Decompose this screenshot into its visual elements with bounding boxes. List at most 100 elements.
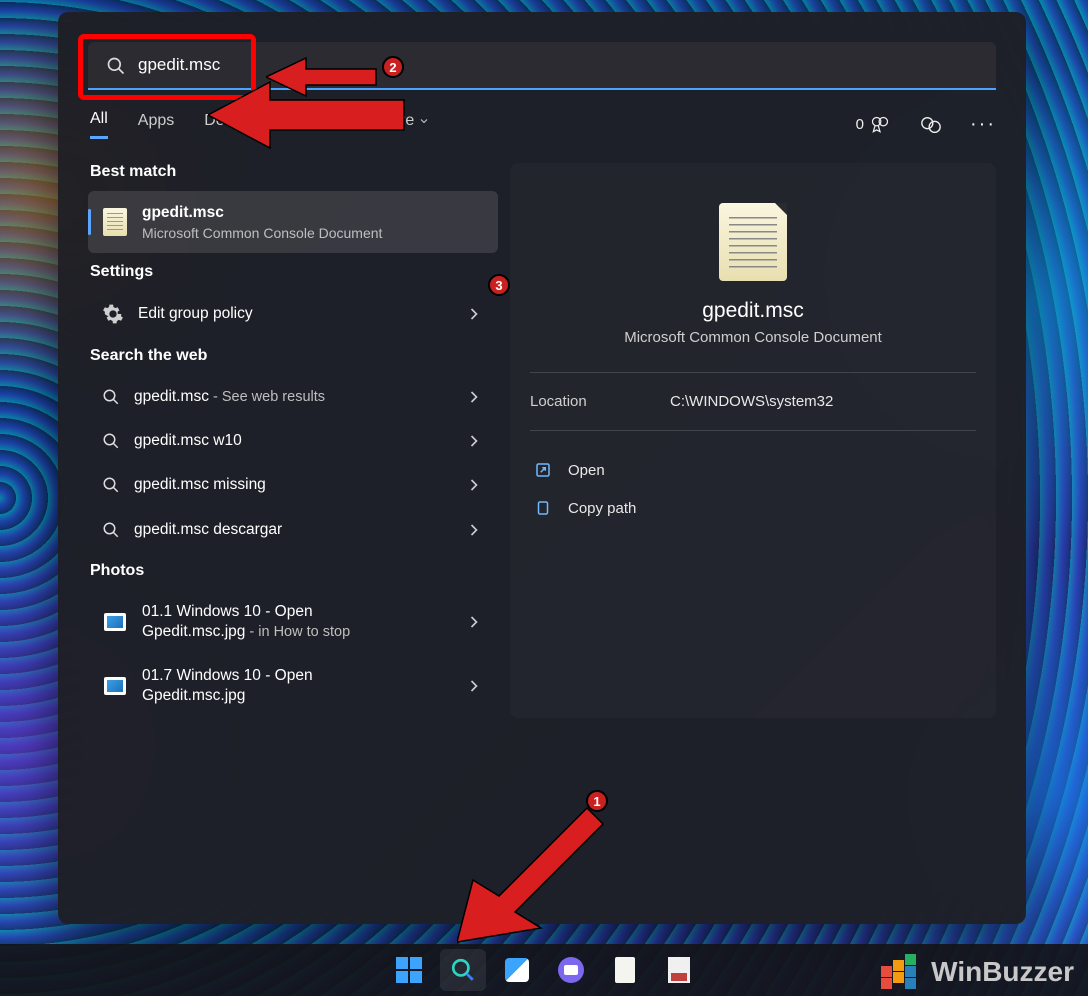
photo-item-text: 01.1 Windows 10 - Open Gpedit.msc.jpg - …: [142, 602, 450, 642]
web-item-text: gpedit.msc - See web results: [134, 387, 450, 407]
snipping-tool-icon: [668, 957, 690, 983]
search-input[interactable]: [88, 42, 996, 90]
filter-tabs: All Apps Documents Web More 0 ···: [88, 110, 996, 139]
web-result-item[interactable]: gpedit.msc w10: [88, 419, 498, 463]
document-icon: [719, 203, 787, 281]
photo-item-text: 01.7 Windows 10 - Open Gpedit.msc.jpg: [142, 666, 450, 706]
web-item-suffix: - See web results: [209, 389, 325, 405]
photo-result-item[interactable]: 01.7 Windows 10 - Open Gpedit.msc.jpg: [88, 654, 498, 718]
chevron-right-icon: [464, 431, 484, 451]
best-match-subtitle: Microsoft Common Console Document: [142, 225, 484, 241]
taskbar-widgets-button[interactable]: [494, 949, 540, 991]
divider: [530, 372, 976, 373]
search-icon: [102, 521, 120, 539]
web-item-prefix: gpedit.msc: [134, 432, 213, 449]
windows-logo-icon: [396, 957, 422, 983]
search-icon: [450, 957, 476, 983]
web-item-bold: missing: [213, 476, 266, 493]
tab-web[interactable]: Web: [315, 112, 348, 138]
settings-item-title: Edit group policy: [138, 304, 450, 324]
tab-all[interactable]: All: [90, 110, 108, 139]
web-result-item[interactable]: gpedit.msc missing: [88, 463, 498, 507]
action-open[interactable]: Open: [530, 451, 976, 489]
best-match-text: gpedit.msc Microsoft Common Console Docu…: [142, 203, 484, 241]
start-button[interactable]: [386, 949, 432, 991]
chevron-right-icon: [464, 475, 484, 495]
web-item-text: gpedit.msc descargar: [134, 520, 450, 540]
photo-line2-rest: .jpg: [220, 687, 245, 704]
preview-title: gpedit.msc: [530, 299, 976, 323]
taskbar-snip-button[interactable]: [656, 949, 702, 991]
section-best-match-label: Best match: [90, 163, 498, 181]
watermark: WinBuzzer: [881, 954, 1074, 990]
web-item-text: gpedit.msc missing: [134, 475, 450, 495]
photo-line1: 01.7 Windows 10 - Open: [142, 666, 450, 686]
tab-more[interactable]: More: [378, 112, 430, 138]
search-icon: [102, 432, 120, 450]
tab-documents[interactable]: Documents: [204, 112, 285, 138]
results-body: Best match gpedit.msc Microsoft Common C…: [88, 163, 996, 718]
watermark-text: WinBuzzer: [931, 956, 1074, 988]
photo-line2-bold: Gpedit.msc: [142, 623, 220, 640]
best-match-result[interactable]: gpedit.msc Microsoft Common Console Docu…: [88, 191, 498, 253]
action-copy-label: Copy path: [568, 500, 636, 517]
search-box-container: 2: [88, 42, 996, 90]
web-item-bold: descargar: [213, 521, 282, 538]
notepad-icon: [615, 957, 635, 983]
watermark-logo-icon: [881, 954, 921, 990]
settings-result-item[interactable]: Edit group policy: [88, 291, 498, 337]
search-icon: [106, 56, 126, 76]
web-item-prefix: gpedit.msc: [134, 521, 213, 538]
start-search-panel: 2 All Apps Documents Web More 0 ··· Best…: [58, 12, 1026, 924]
chevron-right-icon: [464, 520, 484, 540]
open-icon: [534, 461, 552, 479]
divider: [530, 430, 976, 431]
search-icon: [102, 476, 120, 494]
taskbar-notepad-button[interactable]: [602, 949, 648, 991]
taskbar-search-button[interactable]: [440, 949, 486, 991]
photo-meta: - in How to stop: [245, 624, 350, 640]
image-icon: [102, 609, 128, 635]
chat-icon: [558, 957, 584, 983]
settings-item-text: Edit group policy: [138, 304, 450, 324]
web-result-item[interactable]: gpedit.msc - See web results: [88, 375, 498, 419]
annotation-badge-2: 2: [382, 56, 404, 78]
chevron-right-icon: [464, 612, 484, 632]
preview-pane: gpedit.msc Microsoft Common Console Docu…: [510, 163, 996, 718]
chevron-right-icon: [464, 387, 484, 407]
action-copy-path[interactable]: Copy path: [530, 489, 976, 527]
rewards-medal-icon: [870, 115, 890, 135]
search-icon: [102, 388, 120, 406]
annotation-badge-1: 1: [586, 790, 608, 812]
preview-subtitle: Microsoft Common Console Document: [530, 329, 976, 346]
web-result-item[interactable]: gpedit.msc descargar: [88, 508, 498, 552]
gear-icon: [102, 303, 124, 325]
chat-header-icon[interactable]: [920, 114, 942, 136]
detail-label: Location: [530, 393, 670, 410]
tab-more-label: More: [378, 112, 414, 130]
rewards-counter[interactable]: 0: [856, 115, 890, 135]
photo-line2-bold: Gpedit.msc: [142, 687, 220, 704]
preview-header: gpedit.msc Microsoft Common Console Docu…: [530, 203, 976, 346]
results-left-column: Best match gpedit.msc Microsoft Common C…: [88, 163, 498, 718]
section-photos-label: Photos: [90, 562, 498, 580]
taskbar-chat-button[interactable]: [548, 949, 594, 991]
detail-value: C:\WINDOWS\system32: [670, 393, 833, 410]
chevron-right-icon: [464, 676, 484, 696]
web-item-text: gpedit.msc w10: [134, 431, 450, 451]
document-icon: [102, 209, 128, 235]
detail-row-location: Location C:\WINDOWS\system32: [530, 393, 976, 410]
photo-line1: 01.1 Windows 10 - Open: [142, 602, 450, 622]
web-item-prefix: gpedit.msc: [134, 388, 209, 405]
copy-icon: [534, 499, 552, 517]
more-options-button[interactable]: ···: [972, 114, 994, 136]
action-open-label: Open: [568, 462, 605, 479]
chevron-right-icon: [464, 304, 484, 324]
photo-line2-rest: .jpg: [220, 623, 245, 640]
chevron-down-icon: [418, 115, 430, 127]
widgets-icon: [505, 958, 529, 982]
rewards-count-value: 0: [856, 116, 864, 133]
photo-result-item[interactable]: 01.1 Windows 10 - Open Gpedit.msc.jpg - …: [88, 590, 498, 654]
web-item-prefix: gpedit.msc: [134, 476, 213, 493]
tab-apps[interactable]: Apps: [138, 112, 174, 138]
